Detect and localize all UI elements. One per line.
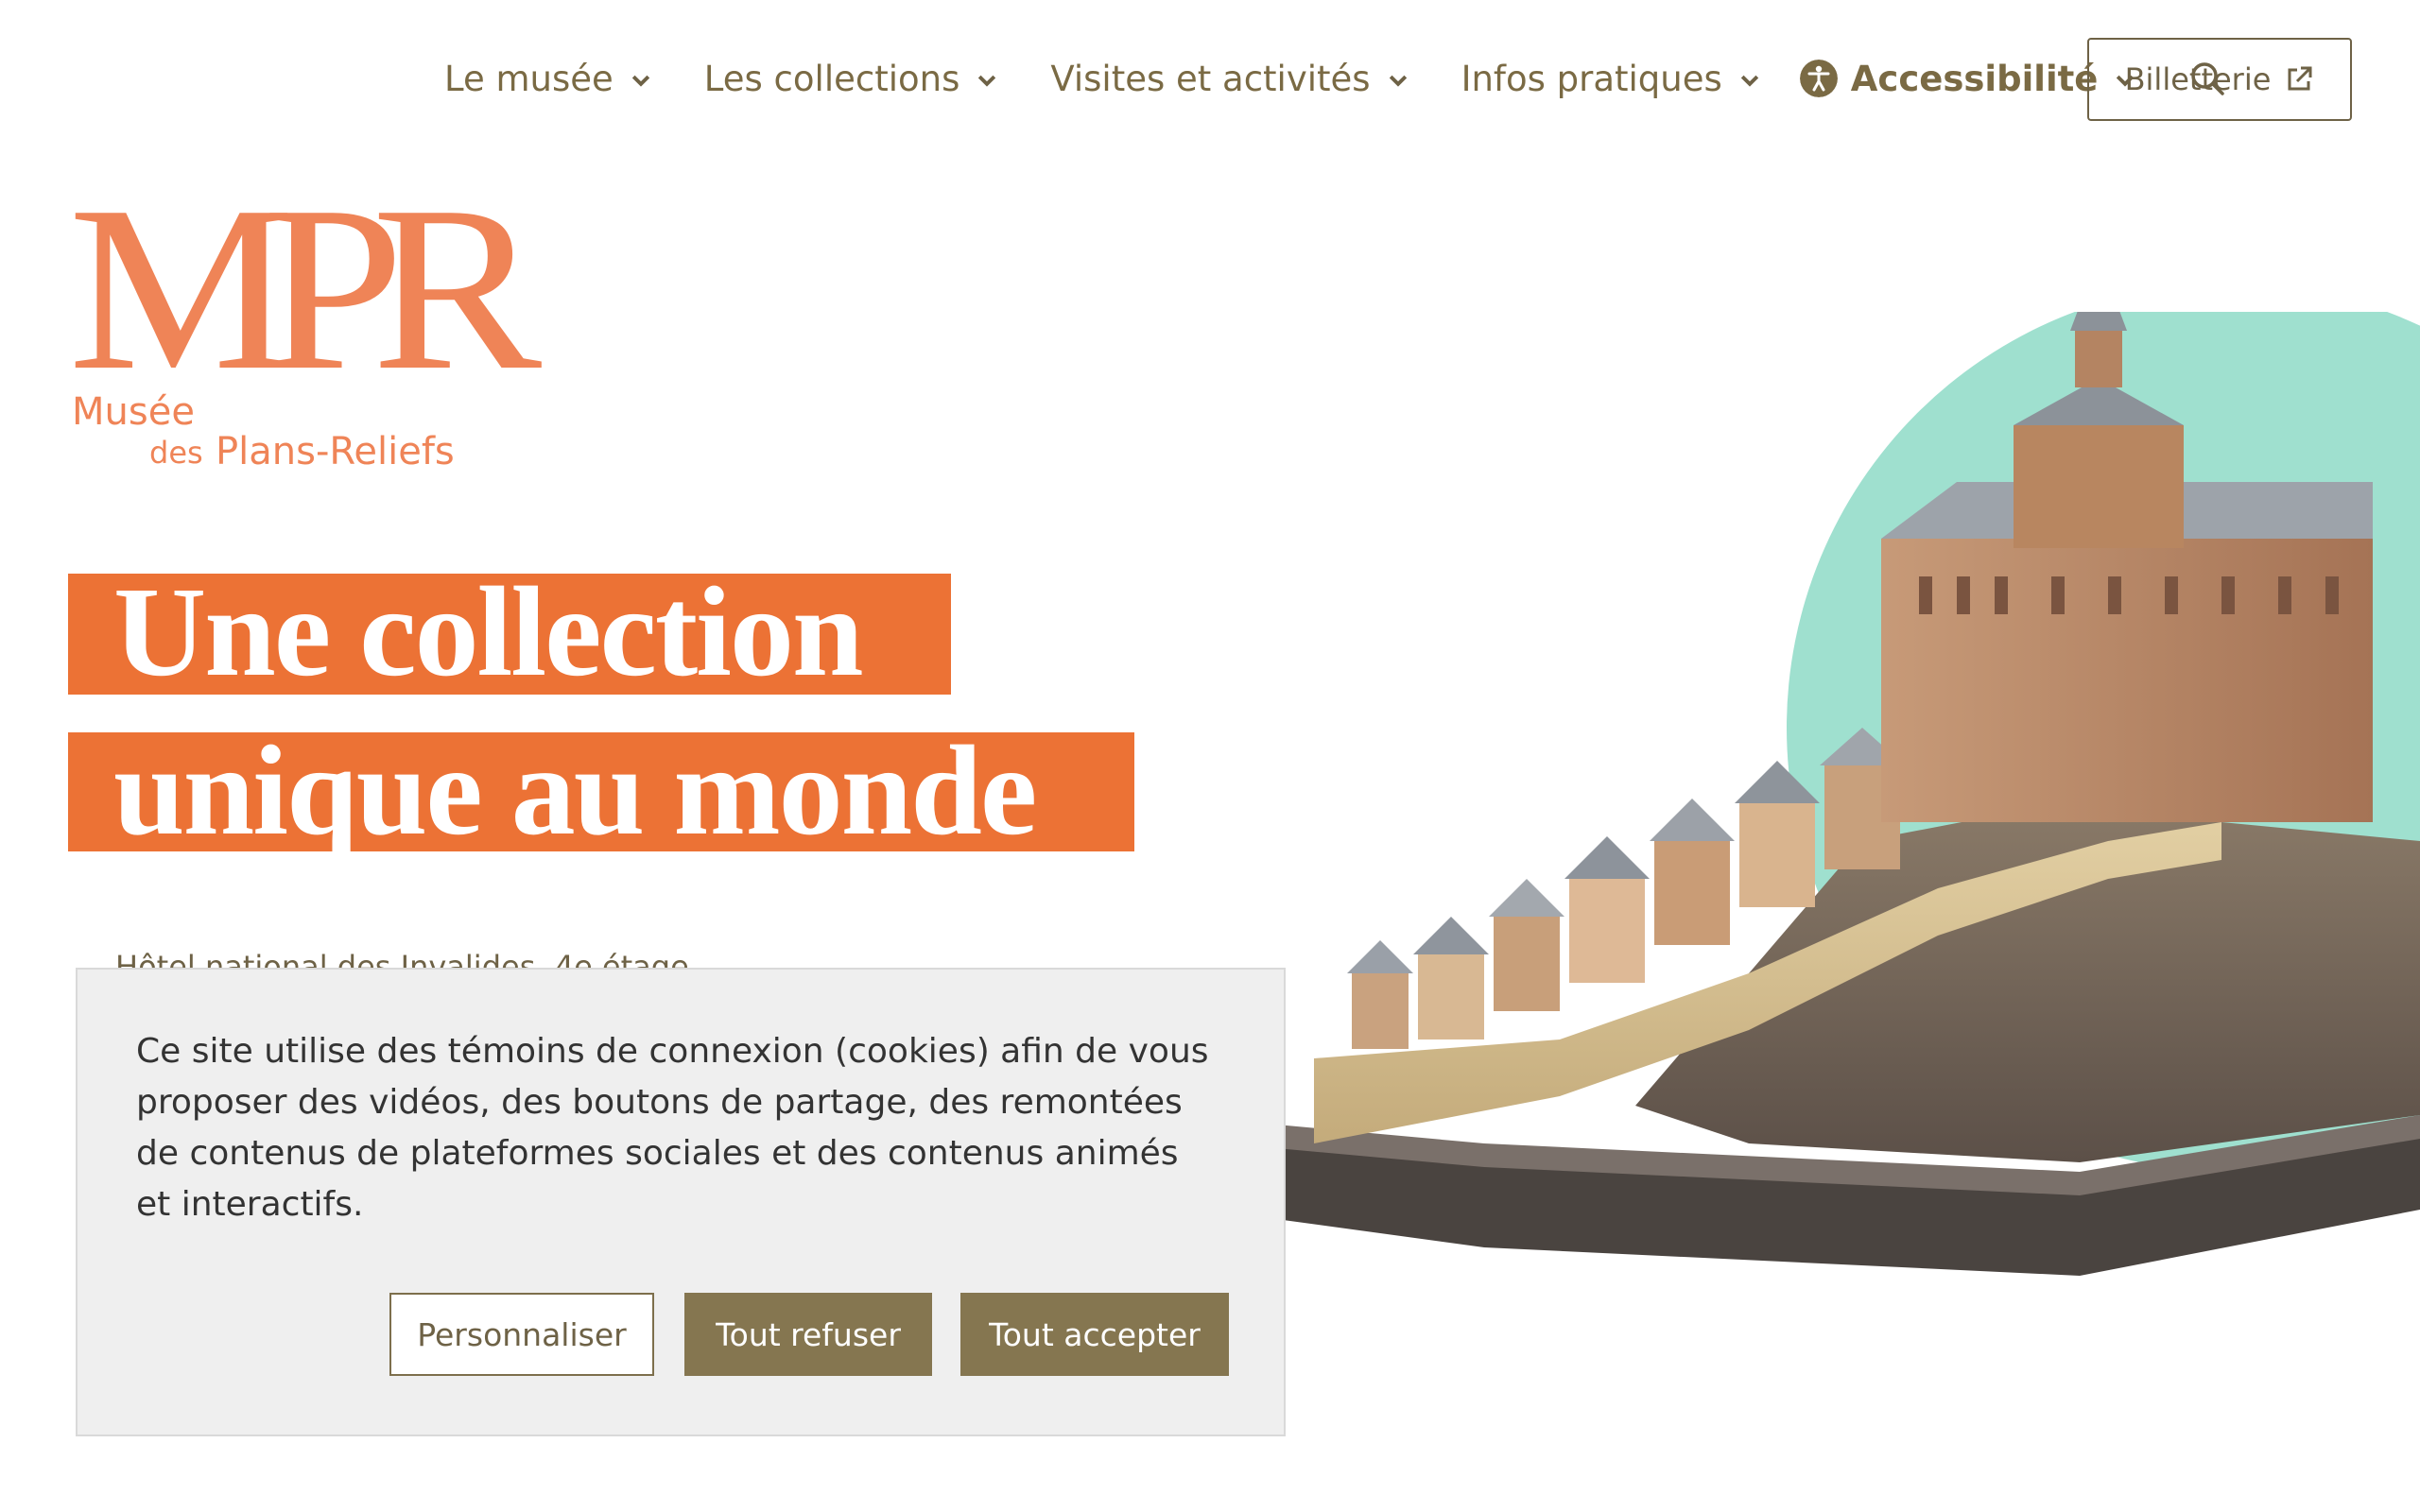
refuse-all-button[interactable]: Tout refuser <box>684 1293 932 1376</box>
museum-logo[interactable]: MPR Musée des Plans-Reliefs <box>68 171 542 496</box>
logo-monogram: MPR <box>68 158 542 420</box>
logo-text-plans-reliefs: Plans-Reliefs <box>216 430 455 473</box>
nav-item-les-collections[interactable]: Les collections <box>704 59 1000 99</box>
logo-text-des: des <box>149 435 203 471</box>
nav-item-infos-pratiques[interactable]: Infos pratiques <box>1461 59 1762 99</box>
main-navigation: Le musée Les collections Visites et acti… <box>444 36 2230 121</box>
hero-image-relief-model <box>1276 312 2420 1276</box>
ticket-button[interactable]: Billetterie <box>2087 38 2352 121</box>
chevron-down-icon <box>631 75 649 87</box>
external-link-icon <box>2288 66 2312 91</box>
accept-all-button[interactable]: Tout accepter <box>960 1293 1229 1376</box>
hero-title-line-1: Une collection <box>68 568 951 696</box>
cookie-message: Ce site utilise des témoins de connexion… <box>136 1032 1209 1224</box>
cookie-banner: Ce site utilise des témoins de connexion… <box>76 968 1286 1436</box>
ticket-button-label: Billetterie <box>2124 61 2272 97</box>
nav-item-label: Les collections <box>703 58 960 99</box>
personalize-button[interactable]: Personnaliser <box>389 1293 654 1376</box>
chevron-down-icon <box>1740 75 1758 87</box>
chevron-down-icon <box>978 75 996 87</box>
nav-item-label: Visites et activités <box>1050 58 1371 99</box>
nav-item-label: Le musée <box>444 58 614 99</box>
accessibility-icon <box>1799 60 1838 97</box>
logo-text-musee: Musée <box>72 390 195 434</box>
nav-item-le-musee[interactable]: Le musée <box>444 59 653 99</box>
hero-title-line-2: unique au monde <box>68 727 1134 855</box>
nav-item-label: Accessibilité <box>1850 58 2099 99</box>
nav-item-label: Infos pratiques <box>1461 58 1722 99</box>
chevron-down-icon <box>1389 75 1407 87</box>
nav-item-visites-activites[interactable]: Visites et activités <box>1050 59 1409 99</box>
